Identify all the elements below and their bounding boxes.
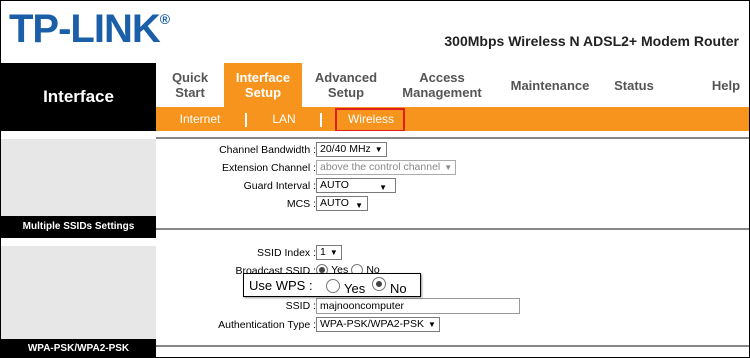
row-mcs: MCS : AUTO ▼ <box>156 196 749 214</box>
dropdown-arrow-icon: ▼ <box>428 320 436 329</box>
row-ssid: SSID : majnooncomputer <box>156 298 749 316</box>
section-rule <box>156 228 749 230</box>
wps-no-label: No <box>390 281 407 296</box>
row-extension-channel: Extension Channel : above the control ch… <box>156 160 749 178</box>
subnav-separator <box>320 113 322 127</box>
row-ssid-index: SSID Index : 1 ▼ <box>156 245 749 263</box>
guard-interval-select[interactable]: AUTO ▼ <box>316 178 396 193</box>
sub-nav: Internet LAN Wireless <box>156 107 749 131</box>
wireless-highlight-box <box>335 108 405 132</box>
nav-maintenance[interactable]: Maintenance <box>494 63 606 107</box>
dropdown-arrow-icon: ▼ <box>444 163 453 172</box>
subnav-internet[interactable]: Internet <box>170 107 230 131</box>
sidebar-divider <box>1 131 156 139</box>
nav-quick-start[interactable]: Quick Start <box>156 63 224 107</box>
use-wps-popup: Use WPS : Yes No <box>243 273 421 297</box>
nav-help[interactable]: Help <box>704 63 748 107</box>
nav-advanced-setup[interactable]: Advanced Setup <box>302 63 390 107</box>
section-wpa-psk: WPA-PSK/WPA2-PSK <box>1 339 156 357</box>
wps-no-radio[interactable] <box>372 277 386 291</box>
channel-bandwidth-label: Channel Bandwidth : <box>219 144 316 156</box>
model-name: 300Mbps Wireless N ADSL2+ Modem Router <box>444 33 739 49</box>
section-multiple-ssids: Multiple SSIDs Settings <box>1 216 156 238</box>
authentication-type-select[interactable]: WPA-PSK/WPA2-PSK ▼ <box>316 317 440 332</box>
row-channel-bandwidth: Channel Bandwidth : 20/40 MHz ▼ <box>156 142 749 160</box>
sidebar-divider <box>1 238 156 246</box>
authentication-type-label: Authentication Type : <box>218 319 316 331</box>
main-nav: Quick Start Interface Setup Advanced Setup … <box>156 63 749 107</box>
wps-yes-radio[interactable] <box>326 279 340 293</box>
tp-link-logo: TP-LINK® <box>9 7 170 51</box>
channel-bandwidth-select[interactable]: 20/40 MHz ▼ <box>316 142 387 157</box>
row-guard-interval: Guard Interval : AUTO ▼ <box>156 178 749 196</box>
mcs-label: MCS : <box>286 198 316 210</box>
router-admin-page: TP-LINK® 300Mbps Wireless N ADSL2+ Modem… <box>0 0 750 358</box>
subnav-separator <box>245 113 247 127</box>
dropdown-arrow-icon: ▼ <box>374 145 383 154</box>
wps-yes-label: Yes <box>344 281 366 296</box>
extension-channel-label: Extension Channel : <box>222 162 316 174</box>
ssid-index-label: SSID Index : <box>257 247 316 259</box>
ssid-index-select[interactable]: 1 ▼ <box>316 245 342 260</box>
section-rule <box>156 137 749 139</box>
sidebar-title: Interface <box>43 87 114 106</box>
dropdown-arrow-icon: ▼ <box>379 183 387 192</box>
section-rule <box>156 345 749 347</box>
nav-access-management[interactable]: Access Management <box>390 63 494 107</box>
row-authentication-type: Authentication Type : WPA-PSK/WPA2-PSK ▼ <box>156 317 749 335</box>
use-wps-label: Use WPS : <box>249 278 313 293</box>
nav-interface-setup[interactable]: Interface Setup <box>224 63 302 107</box>
dropdown-arrow-icon: ▼ <box>329 248 338 257</box>
extension-channel-select[interactable]: above the control channel ▼ <box>316 160 457 175</box>
mcs-select[interactable]: AUTO ▼ <box>316 196 368 211</box>
header: TP-LINK® 300Mbps Wireless N ADSL2+ Modem… <box>1 1 749 63</box>
dropdown-arrow-icon: ▼ <box>355 201 363 210</box>
guard-interval-label: Guard Interval : <box>243 180 316 192</box>
ssid-input[interactable]: majnooncomputer <box>316 298 520 314</box>
subnav-lan[interactable]: LAN <box>254 107 314 131</box>
nav-status[interactable]: Status <box>606 63 662 107</box>
ssid-label: SSID : <box>285 300 316 312</box>
